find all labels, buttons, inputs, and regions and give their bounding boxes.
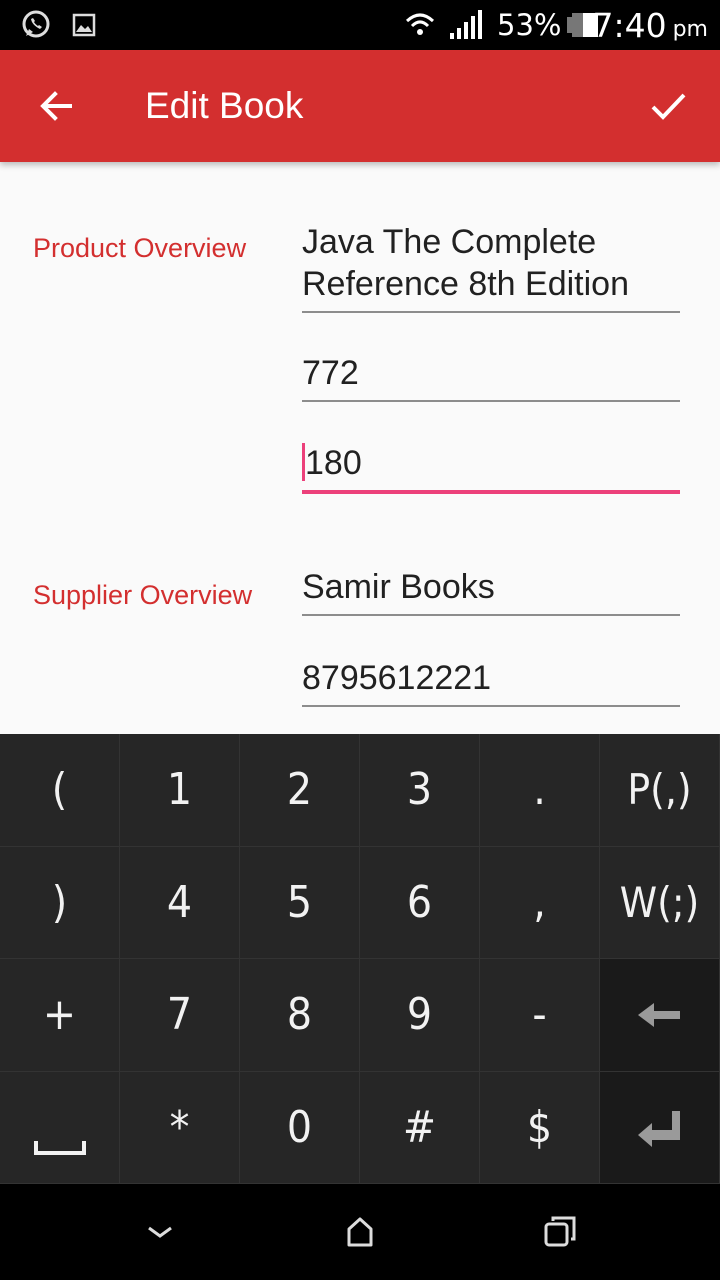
check-icon [651, 93, 686, 120]
chevron-down-icon [148, 1226, 172, 1238]
image-icon [72, 0, 96, 50]
page-title: Edit Book [145, 85, 304, 126]
supplier-name-input[interactable]: Samir Books [302, 566, 680, 616]
key-plus[interactable]: + [0, 959, 120, 1072]
key-pause[interactable]: P(,) [600, 734, 720, 847]
supplier-overview-label: Supplier Overview [33, 580, 253, 610]
space-icon [33, 1141, 86, 1156]
clock-time: 7:40 [592, 5, 667, 45]
backspace-icon [637, 1002, 680, 1027]
enter-key[interactable] [600, 1071, 720, 1184]
key-3[interactable]: 3 [360, 734, 480, 847]
key-minus[interactable]: - [480, 959, 600, 1072]
back-button[interactable] [24, 78, 88, 134]
product-name-line-1: Java The Complete [302, 223, 597, 261]
supplier-name-value: Samir Books [302, 568, 495, 606]
clock: 7:40 pm [592, 0, 708, 50]
key-period[interactable]: . [480, 734, 600, 847]
quantity-value: 180 [305, 444, 362, 482]
text-cursor [302, 443, 305, 482]
key-5[interactable]: 5 [240, 846, 360, 959]
key-close-paren[interactable]: ) [0, 846, 120, 959]
recents-button[interactable] [520, 1184, 600, 1280]
key-hash[interactable]: # [360, 1071, 480, 1184]
product-name-line-2: Reference 8th Edition [302, 265, 629, 303]
key-4[interactable]: 4 [120, 846, 240, 959]
key-comma[interactable]: , [480, 846, 600, 959]
key-6[interactable]: 6 [360, 846, 480, 959]
supplier-phone-input[interactable]: 8795612221 [302, 657, 680, 707]
numeric-keyboard: ( 1 2 3 . P(,) ) 4 5 6 , W(;) + 7 8 9 - … [0, 734, 720, 1184]
quantity-input[interactable]: 180 [302, 442, 680, 495]
key-2[interactable]: 2 [240, 734, 360, 847]
home-icon [347, 1217, 373, 1247]
key-wait[interactable]: W(;) [600, 846, 720, 959]
price-input[interactable]: 772 [302, 352, 680, 402]
status-bar: 53% 7:40 pm [0, 0, 720, 50]
product-overview-label: Product Overview [33, 233, 247, 263]
space-key[interactable] [0, 1071, 120, 1184]
recents-icon [544, 1216, 576, 1247]
whatsapp-icon [20, 0, 52, 50]
clock-ampm: pm [672, 16, 708, 42]
key-7[interactable]: 7 [120, 959, 240, 1072]
battery-percent: 53% [497, 8, 562, 42]
key-open-paren[interactable]: ( [0, 734, 120, 847]
key-asterisk[interactable]: * [120, 1071, 240, 1184]
product-name-input[interactable]: Java The Complete Reference 8th Edition [302, 221, 680, 313]
signal-icon [448, 0, 484, 50]
home-button[interactable] [320, 1184, 400, 1280]
key-0[interactable]: 0 [240, 1071, 360, 1184]
key-dollar[interactable]: $ [480, 1071, 600, 1184]
enter-icon [637, 1111, 680, 1148]
key-9[interactable]: 9 [360, 959, 480, 1072]
navigation-bar [0, 1184, 720, 1280]
key-8[interactable]: 8 [240, 959, 360, 1072]
key-1[interactable]: 1 [120, 734, 240, 847]
app-bar: Edit Book [0, 50, 720, 162]
wifi-icon [405, 0, 435, 50]
save-button[interactable] [636, 78, 700, 134]
hide-keyboard-button[interactable] [120, 1184, 200, 1280]
price-value: 772 [302, 354, 359, 392]
backspace-key[interactable] [600, 959, 720, 1072]
arrow-back-icon [40, 91, 72, 121]
supplier-phone-value: 8795612221 [302, 659, 492, 697]
